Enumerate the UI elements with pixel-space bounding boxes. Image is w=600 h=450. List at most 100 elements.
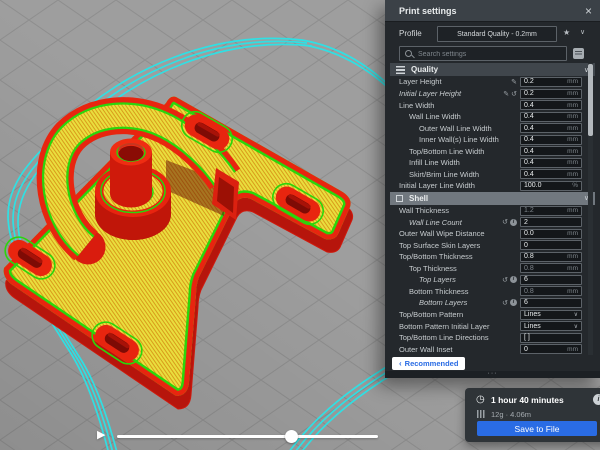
panel-titlebar[interactable]: Print settings × — [385, 0, 600, 22]
setting-row: Top Thickness0.8mm — [385, 263, 600, 275]
setting-label: Bottom Layers — [385, 298, 502, 307]
panel-resize-handle[interactable]: ··· — [385, 371, 600, 378]
setting-value-input[interactable]: 0.4mm — [520, 146, 582, 156]
layer-slider-track[interactable] — [117, 435, 378, 438]
setting-label: Top Layers — [385, 275, 502, 284]
search-input[interactable] — [416, 48, 565, 61]
app-window: ▶ Print settings × Profile Standard Qual… — [0, 0, 600, 450]
setting-row: Outer Wall Wipe Distance0.0mm — [385, 228, 600, 240]
search-row — [385, 45, 600, 63]
setting-row: Outer Wall Line Width0.4mm — [385, 122, 600, 134]
search-icon — [405, 50, 412, 57]
setting-value-input[interactable]: 0.4mm — [520, 169, 582, 179]
setting-label: Outer Wall Inset — [385, 345, 520, 354]
setting-unit: mm — [567, 125, 578, 132]
scrollbar[interactable] — [588, 63, 593, 355]
setting-unit: mm — [567, 90, 578, 97]
setting-value: 0.0 — [524, 229, 567, 238]
setting-value-input[interactable]: [ ] — [520, 333, 582, 343]
setting-unit: mm — [567, 148, 578, 155]
setting-icons: ✎↺ — [503, 90, 517, 98]
setting-label: Top Thickness — [385, 264, 520, 273]
setting-value-input[interactable]: 0.2mm — [520, 89, 582, 99]
setting-value: 6 — [524, 275, 578, 284]
profile-dropdown[interactable]: Standard Quality - 0.2mm — [437, 26, 557, 42]
setting-value-input[interactable]: 0 — [520, 240, 582, 250]
revert-icon[interactable]: ↺ — [511, 90, 517, 98]
setting-row: Wall Line Count↺i2 — [385, 216, 600, 228]
setting-value: 0 — [524, 345, 567, 354]
profile-row: Profile Standard Quality - 0.2mm ★ ∨ — [385, 22, 600, 44]
pencil-icon[interactable]: ✎ — [511, 78, 517, 86]
section-header-quality[interactable]: Quality∨ — [390, 63, 595, 76]
setting-value-input[interactable]: 6 — [520, 275, 582, 285]
setting-value-input[interactable]: 0.4mm — [520, 158, 582, 168]
setting-unit: % — [572, 182, 578, 189]
setting-value-input[interactable]: 0.8mm — [520, 263, 582, 273]
setting-row: Inner Wall(s) Line Width0.4mm — [385, 134, 600, 146]
setting-label: Top/Bottom Line Width — [385, 147, 520, 156]
info-icon[interactable]: i — [510, 219, 517, 226]
scrollbar-thumb[interactable] — [588, 64, 593, 136]
print-time: 1 hour 40 minutes — [491, 395, 564, 405]
setting-unit: mm — [567, 78, 578, 85]
close-icon[interactable]: × — [585, 5, 592, 17]
info-icon[interactable]: i — [510, 299, 517, 306]
setting-label: Bottom Pattern Initial Layer — [385, 322, 520, 331]
setting-unit: mm — [567, 230, 578, 237]
print-job-panel: ◷ 1 hour 40 minutes i 12g · 4.06m Save t… — [465, 388, 600, 442]
setting-value-input[interactable]: 0.4mm — [520, 112, 582, 122]
setting-value-input[interactable]: 0.4mm — [520, 123, 582, 133]
setting-value-input[interactable]: 1.2mm — [520, 206, 582, 216]
star-icon[interactable]: ★ — [563, 28, 570, 37]
material-usage: 12g · 4.06m — [491, 410, 531, 419]
save-to-file-button[interactable]: Save to File — [477, 421, 597, 436]
setting-row: Wall Line Width0.4mm — [385, 111, 600, 123]
setting-icons: ✎ — [511, 78, 517, 86]
setting-visibility-icon[interactable] — [573, 48, 584, 59]
setting-value-input[interactable]: 2 — [520, 217, 582, 227]
revert-icon[interactable]: ↺ — [502, 276, 508, 284]
revert-icon[interactable]: ↺ — [502, 218, 508, 226]
search-box — [399, 46, 567, 61]
setting-icons: ↺i — [502, 276, 517, 284]
info-icon[interactable]: i — [593, 394, 600, 405]
revert-icon[interactable]: ↺ — [502, 299, 508, 307]
setting-value-input[interactable]: 0.8mm — [520, 286, 582, 296]
setting-value-input[interactable]: 0.4mm — [520, 100, 582, 110]
setting-value-select[interactable]: Lines∨ — [520, 321, 582, 331]
setting-row: Bottom Layers↺i6 — [385, 297, 600, 309]
setting-value-input[interactable]: 0.4mm — [520, 135, 582, 145]
setting-unit: mm — [567, 102, 578, 109]
play-button[interactable]: ▶ — [97, 428, 105, 442]
setting-value: [ ] — [524, 333, 578, 342]
setting-label: Inner Wall(s) Line Width — [385, 135, 520, 144]
setting-label: Outer Wall Line Width — [385, 124, 520, 133]
chevron-down-icon[interactable]: ∨ — [580, 28, 585, 36]
setting-value-input[interactable]: 0mm — [520, 344, 582, 354]
setting-label: Outer Wall Wipe Distance — [385, 229, 520, 238]
setting-label: Skirt/Brim Line Width — [385, 170, 520, 179]
recommended-button[interactable]: ‹ Recommended — [392, 357, 465, 370]
setting-value-select[interactable]: Lines∨ — [520, 310, 582, 320]
recommended-label: Recommended — [405, 359, 459, 368]
pencil-icon[interactable]: ✎ — [503, 90, 509, 98]
setting-value: 1.2 — [524, 206, 567, 215]
setting-row: Top Surface Skin Layers0 — [385, 239, 600, 251]
setting-unit: mm — [567, 113, 578, 120]
setting-row: Outer Wall Inset0mm — [385, 343, 600, 355]
setting-unit: mm — [567, 346, 578, 353]
setting-value: 0.4 — [524, 147, 567, 156]
setting-value-input[interactable]: 0.8mm — [520, 252, 582, 262]
section-header-shell[interactable]: Shell∨ — [390, 192, 595, 205]
setting-value: 2 — [524, 218, 578, 227]
setting-value: 0.8 — [524, 264, 567, 273]
setting-value-input[interactable]: 100.0% — [520, 181, 582, 191]
setting-row: Initial Layer Line Width100.0% — [385, 180, 600, 192]
setting-value: 0.4 — [524, 112, 567, 121]
setting-value-input[interactable]: 0.0mm — [520, 229, 582, 239]
setting-value-input[interactable]: 6 — [520, 298, 582, 308]
setting-value-input[interactable]: 0.2mm — [520, 77, 582, 87]
setting-row: Top/Bottom Line Width0.4mm — [385, 145, 600, 157]
info-icon[interactable]: i — [510, 276, 517, 283]
